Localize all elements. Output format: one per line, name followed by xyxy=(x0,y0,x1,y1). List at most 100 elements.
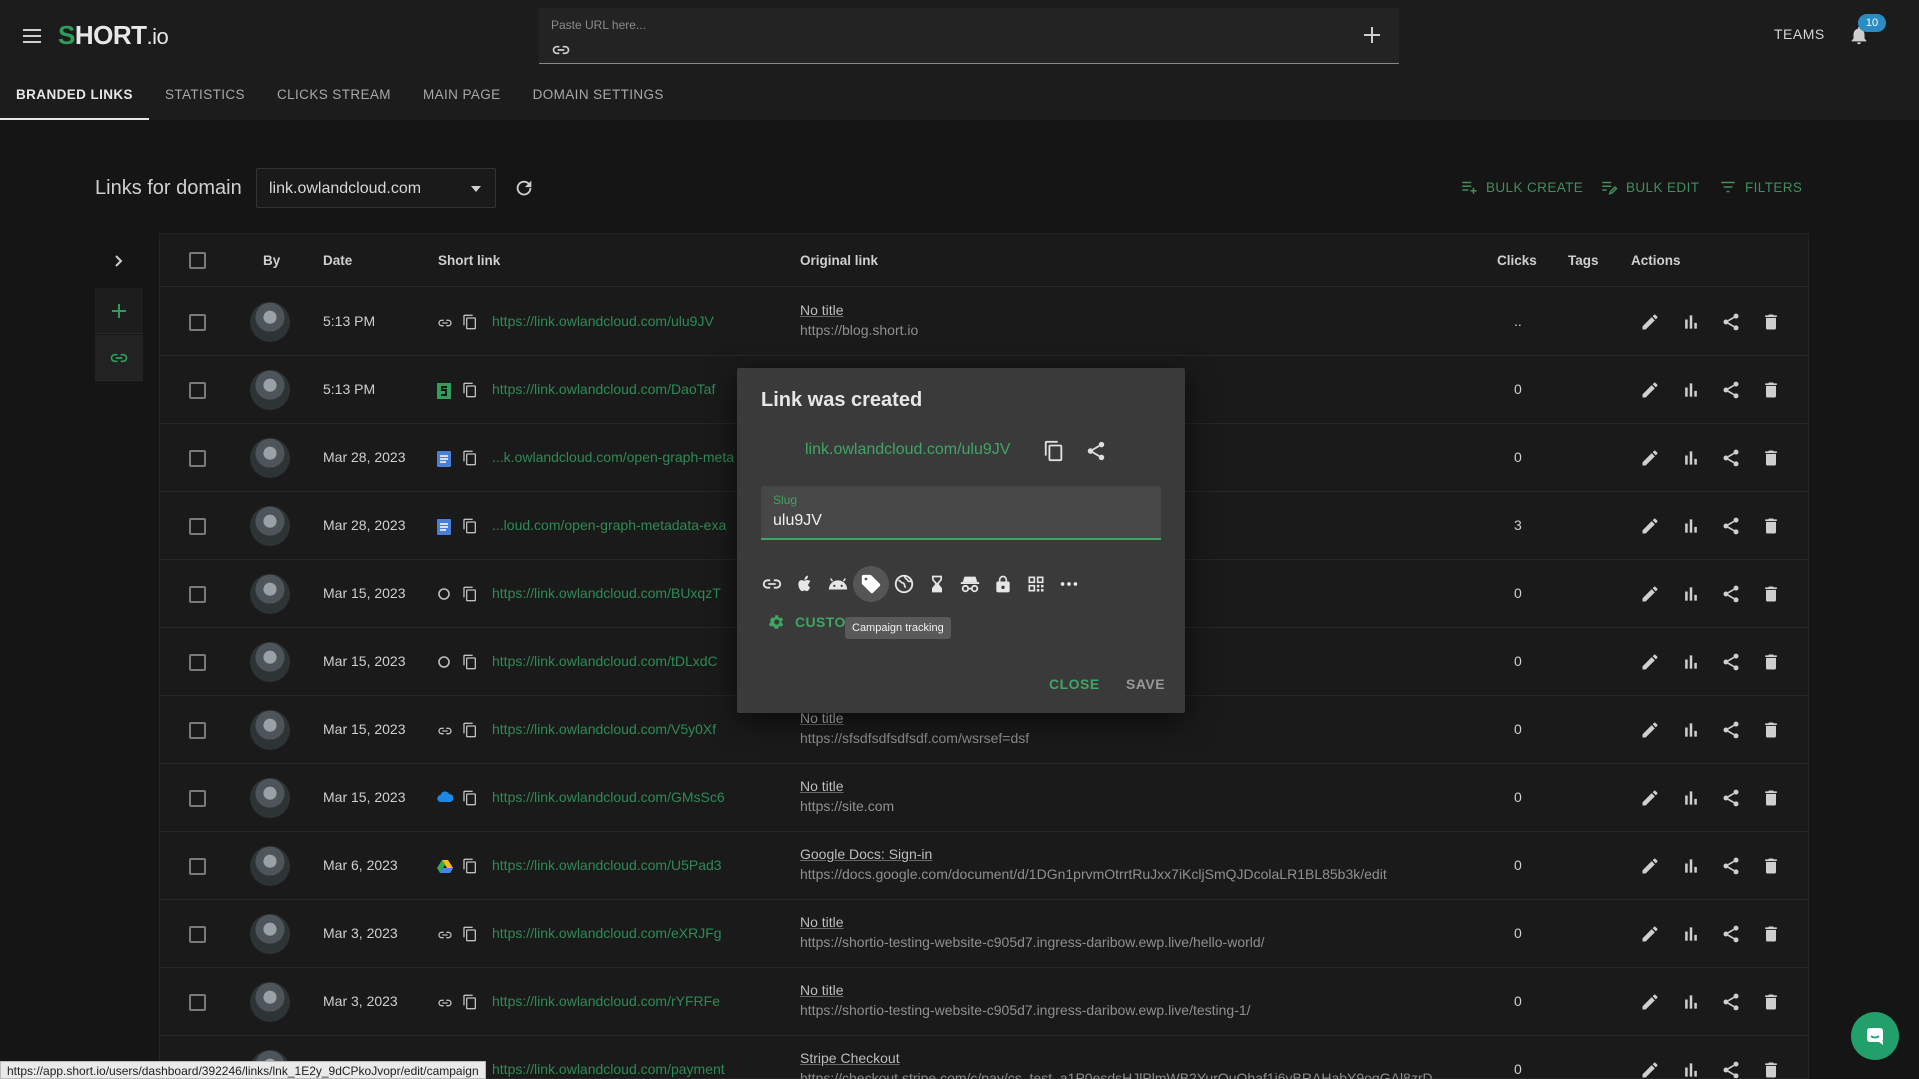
edit-icon[interactable] xyxy=(1640,516,1660,536)
delete-icon[interactable] xyxy=(1761,924,1781,944)
row-checkbox[interactable] xyxy=(189,722,206,739)
link-tool-icon[interactable] xyxy=(754,566,790,602)
tab-branded-links[interactable]: BRANDED LINKS xyxy=(0,70,149,120)
copy-icon[interactable] xyxy=(462,518,478,534)
tab-domain-settings[interactable]: DOMAIN SETTINGS xyxy=(517,70,680,120)
copy-icon[interactable] xyxy=(462,654,478,670)
link-title[interactable]: Google Docs: Sign-in xyxy=(800,846,932,862)
short-link[interactable]: https://link.owlandcloud.com/DaoTaf xyxy=(492,381,715,397)
original-link[interactable]: https://shortio-testing-website-c905d7.i… xyxy=(800,934,1265,950)
original-link[interactable]: https://blog.short.io xyxy=(800,322,918,338)
delete-icon[interactable] xyxy=(1761,516,1781,536)
short-link[interactable]: https://link.owlandcloud.com/eXRJFg xyxy=(492,925,722,941)
url-input-box[interactable]: Paste URL here... xyxy=(539,8,1399,64)
short-link[interactable]: https://link.owlandcloud.com/payment xyxy=(492,1061,725,1077)
link-title[interactable]: No title xyxy=(800,982,844,998)
share-icon[interactable] xyxy=(1721,924,1741,944)
share-icon[interactable] xyxy=(1085,440,1107,462)
bar-chart-icon[interactable] xyxy=(1681,1060,1701,1079)
original-link[interactable]: https://sfsdfsdfsdfsdf.com/wsrsef=dsf xyxy=(800,730,1029,746)
bar-chart-icon[interactable] xyxy=(1681,788,1701,808)
bar-chart-icon[interactable] xyxy=(1681,448,1701,468)
original-link[interactable]: https://shortio-testing-website-c905d7.i… xyxy=(800,1002,1251,1018)
share-icon[interactable] xyxy=(1721,584,1741,604)
close-button[interactable]: CLOSE xyxy=(1049,676,1100,692)
side-link-button[interactable] xyxy=(95,335,143,381)
share-icon[interactable] xyxy=(1721,1060,1741,1079)
short-link[interactable]: https://link.owlandcloud.com/tDLxdC xyxy=(492,653,718,669)
side-add-button[interactable] xyxy=(95,288,143,334)
slug-field[interactable]: Slug xyxy=(761,486,1161,540)
bar-chart-icon[interactable] xyxy=(1681,652,1701,672)
share-icon[interactable] xyxy=(1721,652,1741,672)
chat-widget-button[interactable] xyxy=(1851,1012,1899,1060)
original-link[interactable]: https://checkout.stripe.com/c/pay/cs_tes… xyxy=(800,1070,1433,1079)
bulk-edit-button[interactable]: BULK EDIT xyxy=(1600,178,1699,196)
delete-icon[interactable] xyxy=(1761,788,1781,808)
refresh-icon[interactable] xyxy=(513,177,535,199)
bar-chart-icon[interactable] xyxy=(1681,380,1701,400)
created-short-link[interactable]: link.owlandcloud.com/ulu9JV xyxy=(805,441,1010,459)
more-horizontal-icon[interactable] xyxy=(1051,566,1087,602)
qr-code-icon[interactable] xyxy=(1018,566,1054,602)
share-icon[interactable] xyxy=(1721,312,1741,332)
tab-clicks-stream[interactable]: CLICKS STREAM xyxy=(261,70,407,120)
short-link[interactable]: https://link.owlandcloud.com/rYFRFe xyxy=(492,993,720,1009)
link-title[interactable]: No title xyxy=(800,914,844,930)
campaign-tracking-icon[interactable] xyxy=(853,566,889,602)
copy-icon[interactable] xyxy=(462,586,478,602)
delete-icon[interactable] xyxy=(1761,380,1781,400)
edit-icon[interactable] xyxy=(1640,788,1660,808)
globe-icon[interactable] xyxy=(886,566,922,602)
hourglass-icon[interactable] xyxy=(919,566,955,602)
domain-select[interactable]: link.owlandcloud.com xyxy=(256,168,496,208)
row-checkbox[interactable] xyxy=(189,994,206,1011)
delete-icon[interactable] xyxy=(1761,720,1781,740)
short-link[interactable]: https://link.owlandcloud.com/ulu9JV xyxy=(492,313,714,329)
teams-button[interactable]: TEAMS xyxy=(1774,26,1825,42)
copy-icon[interactable] xyxy=(462,858,478,874)
delete-icon[interactable] xyxy=(1761,1060,1781,1079)
edit-icon[interactable] xyxy=(1640,448,1660,468)
filters-button[interactable]: FILTERS xyxy=(1719,178,1802,196)
short-link[interactable]: https://link.owlandcloud.com/BUxqzT xyxy=(492,585,721,601)
bar-chart-icon[interactable] xyxy=(1681,584,1701,604)
row-checkbox[interactable] xyxy=(189,586,206,603)
delete-icon[interactable] xyxy=(1761,856,1781,876)
copy-icon[interactable] xyxy=(1043,440,1065,462)
delete-icon[interactable] xyxy=(1761,312,1781,332)
row-checkbox[interactable] xyxy=(189,450,206,467)
row-checkbox[interactable] xyxy=(189,382,206,399)
edit-icon[interactable] xyxy=(1640,720,1660,740)
edit-icon[interactable] xyxy=(1640,1060,1660,1079)
short-link[interactable]: https://link.owlandcloud.com/V5y0Xf xyxy=(492,721,716,737)
original-link[interactable]: https://docs.google.com/document/d/1DGn1… xyxy=(800,866,1387,882)
copy-icon[interactable] xyxy=(462,382,478,398)
add-url-icon[interactable] xyxy=(1363,26,1381,44)
bulk-create-button[interactable]: BULK CREATE xyxy=(1460,178,1583,196)
short-link[interactable]: https://link.owlandcloud.com/GMsSc6 xyxy=(492,789,725,805)
tab-main-page[interactable]: MAIN PAGE xyxy=(407,70,517,120)
copy-icon[interactable] xyxy=(462,314,478,330)
short-link[interactable]: ...k.owlandcloud.com/open-graph-meta xyxy=(492,449,734,465)
original-link[interactable]: https://site.com xyxy=(800,798,894,814)
bar-chart-icon[interactable] xyxy=(1681,720,1701,740)
delete-icon[interactable] xyxy=(1761,448,1781,468)
bar-chart-icon[interactable] xyxy=(1681,924,1701,944)
edit-icon[interactable] xyxy=(1640,856,1660,876)
lock-icon[interactable] xyxy=(985,566,1021,602)
edit-icon[interactable] xyxy=(1640,584,1660,604)
incognito-icon[interactable] xyxy=(952,566,988,602)
row-checkbox[interactable] xyxy=(189,518,206,535)
delete-icon[interactable] xyxy=(1761,992,1781,1012)
edit-icon[interactable] xyxy=(1640,652,1660,672)
apple-icon[interactable] xyxy=(787,566,823,602)
slug-input[interactable] xyxy=(773,510,1143,532)
bar-chart-icon[interactable] xyxy=(1681,516,1701,536)
bar-chart-icon[interactable] xyxy=(1681,992,1701,1012)
delete-icon[interactable] xyxy=(1761,584,1781,604)
edit-icon[interactable] xyxy=(1640,380,1660,400)
share-icon[interactable] xyxy=(1721,720,1741,740)
short-link[interactable]: ...loud.com/open-graph-metadata-exa xyxy=(492,517,726,533)
delete-icon[interactable] xyxy=(1761,652,1781,672)
